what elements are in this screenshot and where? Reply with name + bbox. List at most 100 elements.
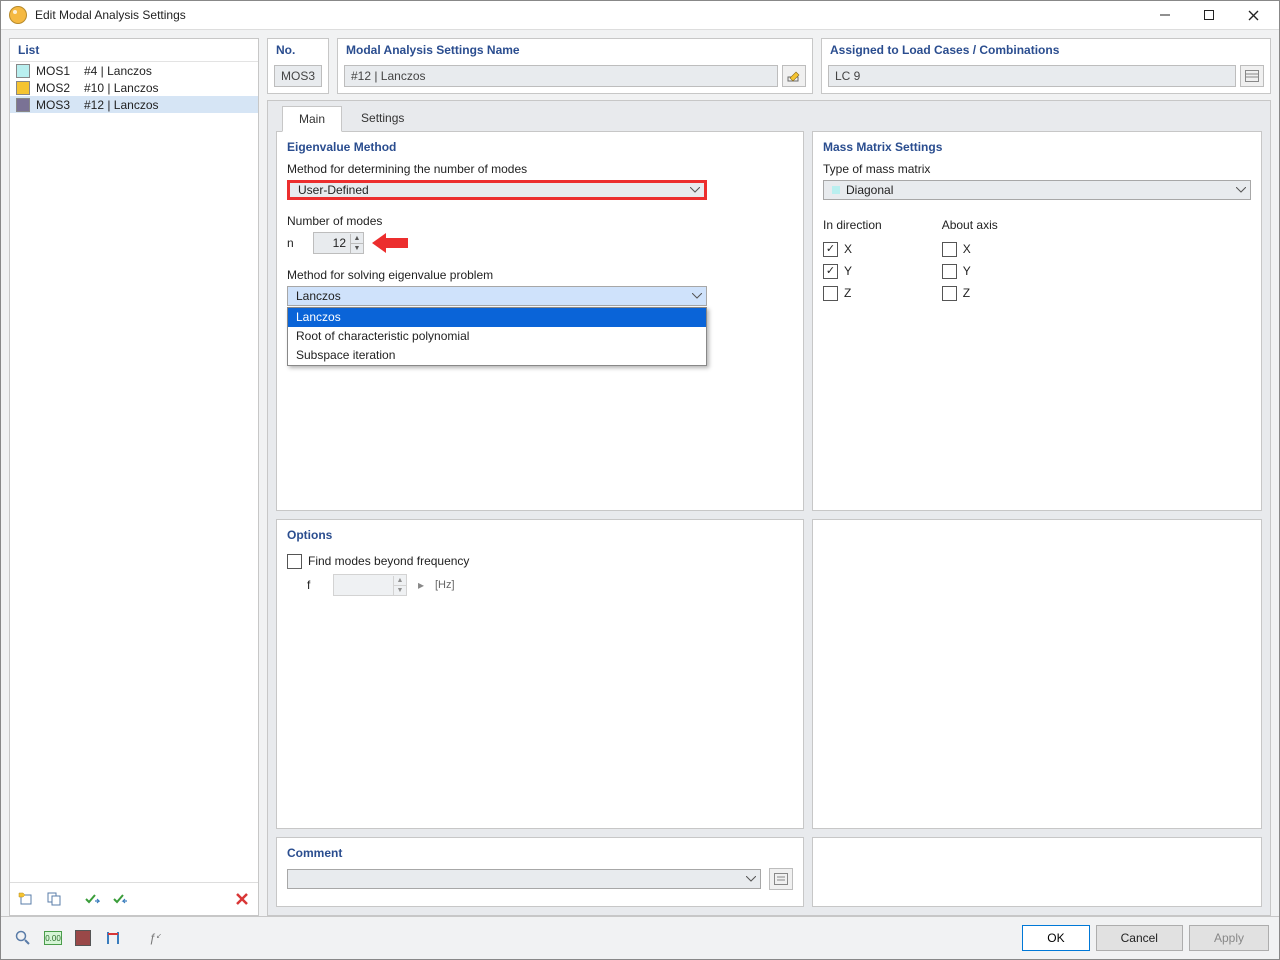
svg-text:ƒ: ƒ (149, 931, 156, 945)
method-solving-label: Method for solving eigenvalue problem (287, 268, 793, 282)
comment-edit-button[interactable] (769, 868, 793, 890)
method-determining-value: User-Defined (298, 183, 369, 197)
details-icon (1245, 70, 1259, 82)
svg-text:0.00: 0.00 (45, 934, 61, 943)
dropdown-option[interactable]: Root of characteristic polynomial (288, 327, 706, 346)
method-determining-combo[interactable]: User-Defined (287, 180, 707, 200)
close-icon (1248, 10, 1259, 21)
step-right-icon: ▸ (415, 578, 427, 592)
svg-text:↙: ↙ (156, 933, 162, 940)
assigned-details-button[interactable] (1240, 65, 1264, 87)
direction-y-row[interactable]: ✓Y (823, 260, 882, 282)
number-of-modes-spinner[interactable]: 12 ▲ ▼ (313, 232, 364, 254)
spinner-down[interactable]: ▼ (350, 243, 363, 253)
assigned-field-box: Assigned to Load Cases / Combinations LC… (821, 38, 1271, 94)
direction-label: In direction (823, 218, 882, 232)
label-z: Z (844, 286, 851, 300)
ok-button[interactable]: OK (1022, 925, 1089, 951)
arrow-callout (372, 233, 410, 253)
axis-z-row[interactable]: Z (942, 282, 998, 304)
blank-panel-lower (812, 837, 1262, 907)
axis-y-checkbox[interactable] (942, 264, 957, 279)
dropdown-option[interactable]: Subspace iteration (288, 346, 706, 365)
number-input[interactable]: MOS3 (274, 65, 322, 87)
axis-label: About axis (942, 218, 998, 232)
axis-y-row[interactable]: Y (942, 260, 998, 282)
list-item[interactable]: MOS2 #10 | Lanczos (10, 79, 258, 96)
new-icon (18, 891, 34, 907)
close-button[interactable] (1231, 2, 1275, 28)
tab-settings[interactable]: Settings (344, 105, 421, 131)
assigned-input[interactable]: LC 9 (828, 65, 1236, 87)
color-swatch (16, 98, 30, 112)
maximize-icon (1204, 10, 1214, 20)
color-swatch (16, 64, 30, 78)
dialog-footer: 0.00 ƒ↙ OK Cancel Apply (1, 916, 1279, 959)
spinner-down: ▼ (393, 585, 406, 595)
axis-x-checkbox[interactable] (942, 242, 957, 257)
red-arrow-icon (372, 233, 410, 253)
axis-z-checkbox[interactable] (942, 286, 957, 301)
cancel-button[interactable]: Cancel (1096, 925, 1183, 951)
maximize-button[interactable] (1187, 2, 1231, 28)
method-solving-dropdown: Lanczos Root of characteristic polynomia… (287, 307, 707, 366)
include-button[interactable] (80, 887, 104, 911)
header-fields-row: No. MOS3 Modal Analysis Settings Name #1… (267, 38, 1271, 94)
tabs-bar: Main Settings (268, 101, 1270, 131)
list-item-label: #4 | Lanczos (84, 64, 152, 78)
apply-button[interactable]: Apply (1189, 925, 1269, 951)
find-modes-beyond-row[interactable]: Find modes beyond frequency (287, 550, 793, 572)
comment-combo[interactable] (287, 869, 761, 889)
delete-button[interactable] (230, 887, 254, 911)
check-in-icon (84, 891, 100, 907)
mass-title: Mass Matrix Settings (823, 140, 1251, 154)
mass-type-value: Diagonal (846, 183, 893, 197)
units-button[interactable]: 0.00 (41, 926, 65, 950)
list-item-code: MOS1 (36, 64, 78, 78)
direction-y-checkbox[interactable]: ✓ (823, 264, 838, 279)
function-button[interactable]: ƒ↙ (143, 926, 167, 950)
label-y: Y (844, 264, 852, 278)
exclude-button[interactable] (108, 887, 132, 911)
delete-icon (235, 892, 249, 906)
options-panel: Options Find modes beyond frequency f (276, 519, 804, 829)
copy-button[interactable] (42, 887, 66, 911)
axis-x-row[interactable]: X (942, 238, 998, 260)
tab-main[interactable]: Main (282, 106, 342, 132)
dropdown-option[interactable]: Lanczos (288, 308, 706, 327)
minimize-button[interactable] (1143, 2, 1187, 28)
main-tab-content: Eigenvalue Method Method for determining… (268, 131, 1270, 915)
pencil-icon (787, 69, 801, 83)
help-button[interactable] (11, 926, 35, 950)
new-button[interactable] (14, 887, 38, 911)
comment-title: Comment (287, 846, 793, 860)
list-item-code: MOS3 (36, 98, 78, 112)
direction-z-row[interactable]: Z (823, 282, 882, 304)
edit-name-button[interactable] (782, 65, 806, 87)
method-determining-label: Method for determining the number of mod… (287, 162, 793, 176)
spinner-up: ▲ (393, 576, 406, 585)
model-button[interactable] (101, 926, 125, 950)
direction-x-row[interactable]: ✓X (823, 238, 882, 260)
options-title: Options (287, 528, 793, 542)
in-direction-group: In direction ✓X ✓Y Z (823, 218, 882, 304)
name-input[interactable]: #12 | Lanczos (344, 65, 778, 87)
find-modes-checkbox[interactable] (287, 554, 302, 569)
name-label: Modal Analysis Settings Name (338, 39, 812, 61)
method-solving-value: Lanczos (296, 289, 341, 303)
chevron-down-icon (692, 293, 702, 299)
direction-x-checkbox[interactable]: ✓ (823, 242, 838, 257)
chevron-down-icon (690, 187, 700, 193)
list-item[interactable]: MOS3 #12 | Lanczos (10, 96, 258, 113)
method-solving-combo[interactable]: Lanczos Lanczos Root of characteristic p… (287, 286, 707, 306)
spinner-up[interactable]: ▲ (350, 234, 363, 243)
color-button[interactable] (71, 926, 95, 950)
window-title: Edit Modal Analysis Settings (31, 8, 1143, 22)
mass-type-combo[interactable]: Diagonal (823, 180, 1251, 200)
blank-panel-upper (812, 519, 1262, 829)
color-swatch-icon (75, 930, 91, 946)
direction-z-checkbox[interactable] (823, 286, 838, 301)
list-item[interactable]: MOS1 #4 | Lanczos (10, 62, 258, 79)
settings-list[interactable]: MOS1 #4 | Lanczos MOS2 #10 | Lanczos MOS… (10, 62, 258, 882)
label-z: Z (963, 286, 970, 300)
